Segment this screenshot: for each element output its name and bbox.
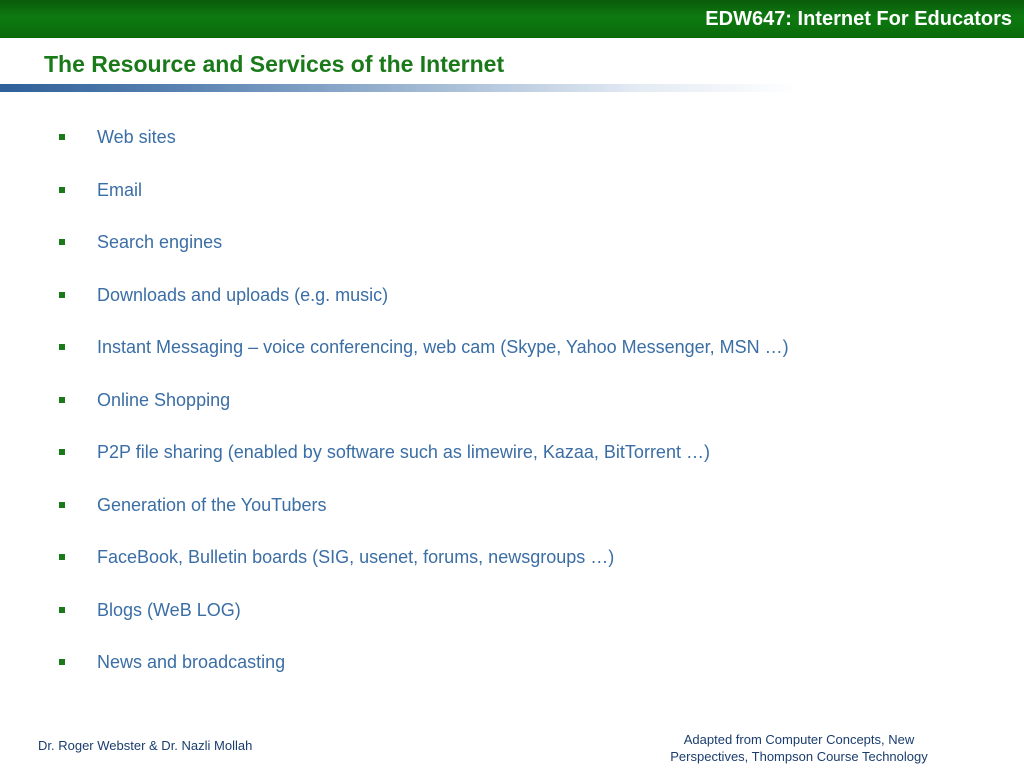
header-band: EDW647: Internet For Educators [0, 0, 1024, 38]
bullet-text: FaceBook, Bulletin boards (SIG, usenet, … [97, 547, 615, 567]
list-item: Generation of the YouTubers [0, 494, 980, 518]
bullet-text: Blogs (WeB LOG) [97, 600, 241, 620]
square-bullet-icon [59, 292, 65, 298]
bullet-text: Online Shopping [97, 390, 231, 410]
bullet-text: P2P file sharing (enabled by software su… [97, 442, 710, 462]
square-bullet-icon [59, 397, 65, 403]
course-title: EDW647: Internet For Educators [705, 8, 1012, 30]
list-item: Search engines [0, 231, 980, 255]
square-bullet-icon [59, 659, 65, 665]
bullet-text: Email [97, 180, 143, 200]
footer-source-line-1: Adapted from Computer Concepts, New [683, 732, 915, 747]
square-bullet-icon [59, 449, 65, 455]
list-item: P2P file sharing (enabled by software su… [0, 441, 980, 465]
bullet-text: Downloads and uploads (e.g. music) [97, 285, 389, 305]
square-bullet-icon [59, 607, 65, 613]
footer-source: Adapted from Computer Concepts, New Pers… [648, 731, 950, 765]
slide: EDW647: Internet For Educators The Resou… [0, 0, 1024, 768]
bullet-text: Generation of the YouTubers [97, 495, 327, 515]
footer-source-line-2: Perspectives, Thompson Course Technology [670, 749, 928, 764]
list-item: Online Shopping [0, 389, 980, 413]
bullet-text: Instant Messaging – voice conferencing, … [97, 337, 789, 357]
slide-title: The Resource and Services of the Interne… [44, 51, 505, 77]
square-bullet-icon [59, 554, 65, 560]
bullet-text: Search engines [97, 232, 223, 252]
list-item: Instant Messaging – voice conferencing, … [0, 336, 980, 360]
square-bullet-icon [59, 502, 65, 508]
bullet-text: News and broadcasting [97, 652, 286, 672]
list-item: FaceBook, Bulletin boards (SIG, usenet, … [0, 546, 980, 570]
list-item: Web sites [0, 126, 980, 150]
footer-authors: Dr. Roger Webster & Dr. Nazli Mollah [38, 738, 253, 753]
square-bullet-icon [59, 344, 65, 350]
list-item: News and broadcasting [0, 651, 980, 675]
square-bullet-icon [59, 187, 65, 193]
title-divider [0, 84, 800, 92]
list-item: Downloads and uploads (e.g. music) [0, 284, 980, 308]
bullet-text: Web sites [97, 127, 176, 147]
list-item: Blogs (WeB LOG) [0, 599, 980, 623]
list-item: Email [0, 179, 980, 203]
square-bullet-icon [59, 134, 65, 140]
square-bullet-icon [59, 239, 65, 245]
